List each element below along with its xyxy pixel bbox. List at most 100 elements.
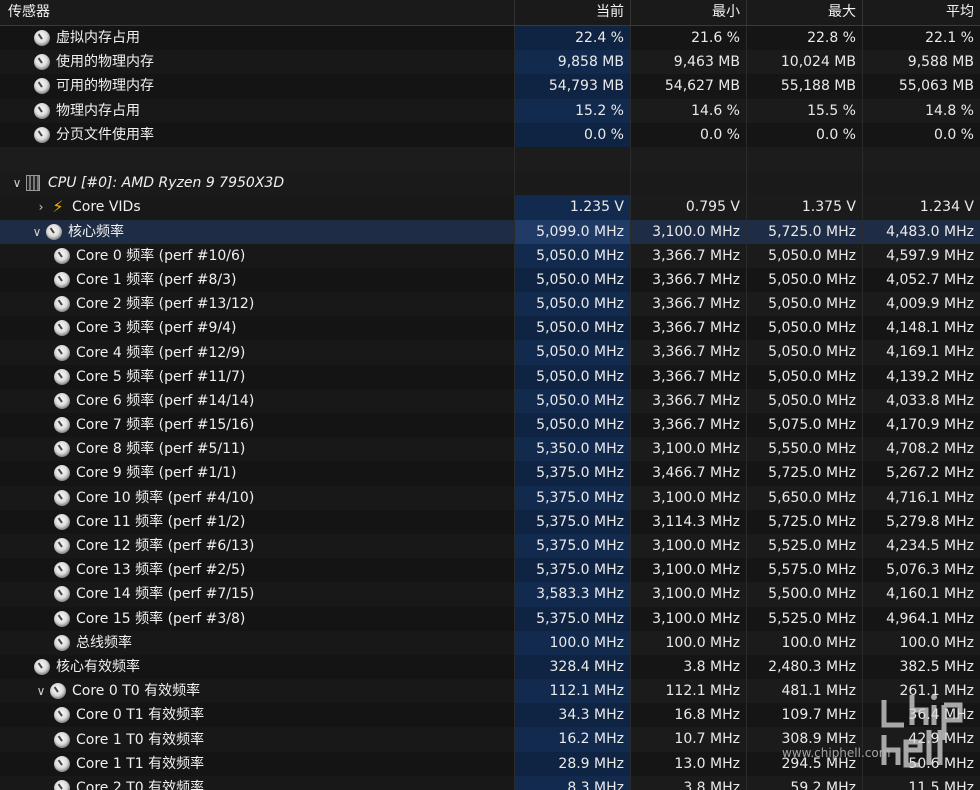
header-min[interactable]: 最小 <box>630 0 746 25</box>
sensor-row[interactable]: Core 3 频率 (perf #9/4) 5,050.0 MHz 3,366.7 … <box>0 316 980 341</box>
gauge-icon <box>54 779 70 790</box>
sensor-row[interactable]: Core 15 频率 (perf #3/8) 5,375.0 MHz 3,100.0… <box>0 606 980 631</box>
sensor-row[interactable]: Core 10 频率 (perf #4/10) 5,375.0 MHz 3,100.… <box>0 485 980 510</box>
value-max: 5,575.0 MHz <box>746 558 862 583</box>
value-max: 5,725.0 MHz <box>746 219 862 244</box>
value-current: 5,375.0 MHz <box>514 509 630 534</box>
sensor-name-cell: Core 0 T1 有效频率 <box>0 703 514 728</box>
value-current: 5,375.0 MHz <box>514 606 630 631</box>
sensor-row[interactable]: 虚拟内存占用 22.4 % 21.6 % 22.8 % 22.1 % <box>0 26 980 51</box>
sensor-label: Core 2 频率 (perf #13/12) <box>76 296 255 313</box>
gauge-icon <box>54 320 70 337</box>
value-max: 5,650.0 MHz <box>746 485 862 510</box>
value-current: 22.4 % <box>514 26 630 51</box>
separator-row[interactable] <box>0 146 980 172</box>
header-sensor[interactable]: 传感器 <box>0 0 514 25</box>
value-current: 5,050.0 MHz <box>514 267 630 293</box>
sensor-row[interactable]: Core 1 频率 (perf #8/3) 5,050.0 MHz 3,366.7 … <box>0 267 980 293</box>
value-avg: 9,588 MB <box>862 50 980 75</box>
sensor-name-cell: 使用的物理内存 <box>0 50 514 75</box>
sensor-name-cell: Core 0 频率 (perf #10/6) <box>0 243 514 268</box>
sensor-row[interactable]: Core 2 频率 (perf #13/12) 5,050.0 MHz 3,366.… <box>0 292 980 317</box>
value-min: 3,366.7 MHz <box>630 292 746 317</box>
sensor-row[interactable]: Core 13 频率 (perf #2/5) 5,375.0 MHz 3,100.0… <box>0 558 980 583</box>
value-avg: 11.5 MHz <box>862 775 980 790</box>
sensor-row[interactable]: Core 7 频率 (perf #15/16) 5,050.0 MHz 3,366.… <box>0 413 980 438</box>
sensor-row[interactable]: Core 12 频率 (perf #6/13) 5,375.0 MHz 3,100.… <box>0 533 980 559</box>
value-min: 3,366.7 MHz <box>630 340 746 365</box>
sensor-name-cell: Core 7 频率 (perf #15/16) <box>0 413 514 438</box>
value-min: 3,100.0 MHz <box>630 582 746 607</box>
gauge-icon <box>34 54 50 71</box>
device-group-row[interactable]: ∨ CPU [#0]: AMD Ryzen 9 7950X3D <box>0 171 980 196</box>
sensor-label: Core 8 频率 (perf #5/11) <box>76 441 246 458</box>
value-current: 5,050.0 MHz <box>514 292 630 317</box>
sensor-name-cell: ∨ CPU [#0]: AMD Ryzen 9 7950X3D <box>0 171 514 196</box>
value-avg: 261.1 MHz <box>862 679 980 704</box>
sensor-name-cell: Core 12 频率 (perf #6/13) <box>0 533 514 559</box>
value-min: 3.8 MHz <box>630 775 746 790</box>
value-min: 3,366.7 MHz <box>630 364 746 389</box>
header-max[interactable]: 最大 <box>746 0 862 25</box>
expand-chevron-icon[interactable]: ∨ <box>28 220 46 244</box>
value-min: 112.1 MHz <box>630 679 746 704</box>
value-min: 3,100.0 MHz <box>630 485 746 510</box>
sensor-row[interactable]: Core 2 T0 有效频率 8.3 MHz 3.8 MHz 59.2 MHz 11.5… <box>0 775 980 790</box>
sensor-name-cell: Core 1 T0 有效频率 <box>0 727 514 752</box>
sensor-row[interactable]: Core 0 频率 (perf #10/6) 5,050.0 MHz 3,366.7… <box>0 243 980 268</box>
sensor-label: CPU [#0]: AMD Ryzen 9 7950X3D <box>48 175 285 192</box>
sensor-row[interactable]: 物理内存占用 15.2 % 14.6 % 15.5 % 14.8 % <box>0 98 980 123</box>
value-max: 5,075.0 MHz <box>746 413 862 438</box>
sensor-row[interactable]: › ⚡ Core VIDs 1.235 V 0.795 V 1.375 V 1.234 V <box>0 195 980 220</box>
watermark-url: www.chiphell.com <box>782 746 891 760</box>
sensor-row[interactable]: Core 5 频率 (perf #11/7) 5,050.0 MHz 3,366.7… <box>0 364 980 389</box>
expand-chevron-icon[interactable]: ∨ <box>32 679 50 703</box>
sensor-row[interactable]: Core 11 频率 (perf #1/2) 5,375.0 MHz 3,114.3… <box>0 509 980 534</box>
sensor-row[interactable]: 分页文件使用率 0.0 % 0.0 % 0.0 % 0.0 % <box>0 122 980 147</box>
sensor-row[interactable]: 总线频率 100.0 MHz 100.0 MHz 100.0 MHz 100.0 MHz <box>0 630 980 655</box>
gauge-icon <box>54 368 70 385</box>
sensor-name-cell: Core 14 频率 (perf #7/15) <box>0 582 514 607</box>
sensor-label: Core 2 T0 有效频率 <box>76 779 205 790</box>
sensor-label: Core 0 频率 (perf #10/6) <box>76 247 246 264</box>
sensor-row[interactable]: ∨ 核心频率 5,099.0 MHz 3,100.0 MHz 5,725.0 MHz 4,… <box>0 219 980 244</box>
sensor-row[interactable]: 核心有效频率 328.4 MHz 3.8 MHz 2,480.3 MHz 382.5 M… <box>0 654 980 680</box>
header-current[interactable]: 当前 <box>514 0 630 25</box>
sensor-label: Core 1 T0 有效频率 <box>76 731 205 748</box>
cpu-chip-icon <box>26 175 40 192</box>
sensor-row[interactable]: 使用的物理内存 9,858 MB 9,463 MB 10,024 MB 9,588 MB <box>0 50 980 75</box>
header-avg[interactable]: 平均 <box>862 0 980 25</box>
sensor-row[interactable]: Core 6 频率 (perf #14/14) 5,050.0 MHz 3,366.… <box>0 388 980 413</box>
sensor-row[interactable]: Core 4 频率 (perf #12/9) 5,050.0 MHz 3,366.7… <box>0 340 980 365</box>
value-current: 5,099.0 MHz <box>514 219 630 244</box>
sensor-row[interactable]: Core 0 T1 有效频率 34.3 MHz 16.8 MHz 109.7 MHz 3… <box>0 703 980 728</box>
value-min: 14.6 % <box>630 98 746 123</box>
value-max <box>746 146 862 172</box>
sensor-name-cell: Core 13 频率 (perf #2/5) <box>0 558 514 583</box>
sensor-label: Core 11 频率 (perf #1/2) <box>76 513 246 530</box>
expand-chevron-icon[interactable]: ∨ <box>8 171 26 195</box>
value-min: 13.0 MHz <box>630 751 746 776</box>
collapse-chevron-icon[interactable]: › <box>32 195 50 219</box>
gauge-icon <box>54 586 70 603</box>
sensor-row[interactable]: Core 14 频率 (perf #7/15) 3,583.3 MHz 3,100.… <box>0 582 980 607</box>
value-avg: 14.8 % <box>862 98 980 123</box>
value-current: 5,375.0 MHz <box>514 461 630 486</box>
sensor-row[interactable]: 可用的物理内存 54,793 MB 54,627 MB 55,188 MB 55,063… <box>0 74 980 99</box>
value-min: 21.6 % <box>630 26 746 51</box>
sensor-row[interactable]: ∨ Core 0 T0 有效频率 112.1 MHz 112.1 MHz 481.1 M… <box>0 679 980 704</box>
sensor-row[interactable]: Core 8 频率 (perf #5/11) 5,350.0 MHz 3,100.0… <box>0 437 980 462</box>
value-avg: 4,160.1 MHz <box>862 582 980 607</box>
value-avg: 4,708.2 MHz <box>862 437 980 462</box>
value-min: 3,366.7 MHz <box>630 388 746 413</box>
sensor-name-cell: 核心有效频率 <box>0 654 514 680</box>
value-current: 15.2 % <box>514 98 630 123</box>
sensor-label: Core VIDs <box>72 199 141 216</box>
sensor-row[interactable]: Core 9 频率 (perf #1/1) 5,375.0 MHz 3,466.7 … <box>0 461 980 486</box>
value-min: 3,100.0 MHz <box>630 533 746 559</box>
sensor-name-cell: Core 1 频率 (perf #8/3) <box>0 267 514 293</box>
gauge-icon <box>54 296 70 313</box>
value-max <box>746 171 862 196</box>
gauge-icon <box>50 683 66 700</box>
value-max: 5,050.0 MHz <box>746 267 862 293</box>
